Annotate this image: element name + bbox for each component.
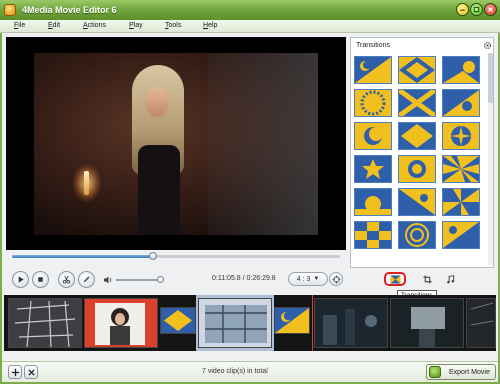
maximize-icon — [473, 6, 480, 13]
export-icon — [429, 366, 441, 378]
transition-thumbnail[interactable] — [442, 155, 480, 183]
timeline-transition[interactable] — [274, 307, 310, 334]
music-icon — [446, 274, 454, 283]
volume-icon[interactable] — [103, 275, 113, 285]
timeline-clip[interactable] — [8, 298, 82, 348]
export-movie-button[interactable]: Export Movie — [426, 364, 496, 380]
crop-icon — [422, 274, 432, 284]
tab-music[interactable] — [439, 272, 461, 286]
remove-clip-button[interactable] — [24, 365, 38, 379]
volume-handle[interactable] — [156, 276, 164, 283]
seek-progress — [12, 255, 154, 258]
menu-help[interactable]: Help — [203, 22, 217, 29]
menu-bar: File Edit Actions Play Tools Help — [0, 20, 500, 33]
transition-thumbnail[interactable] — [354, 122, 392, 150]
edit-effect-button[interactable] — [78, 271, 95, 288]
video-frame-image — [34, 53, 318, 235]
minimize-button[interactable] — [456, 3, 469, 16]
aspect-ratio-value: 4 : 3 — [296, 275, 311, 283]
candle-image — [84, 171, 89, 195]
playback-controls: 0:11:05.8 / 0:26:29.8 4 : 3 ▼ — [6, 264, 346, 292]
transition-thumbnail[interactable] — [354, 221, 392, 249]
scissors-icon — [62, 275, 71, 284]
transition-thumbnail[interactable] — [442, 221, 480, 249]
transition-thumbnail[interactable] — [442, 56, 480, 84]
transition-grid — [354, 56, 491, 263]
add-clip-button[interactable] — [8, 365, 22, 379]
volume-slider[interactable] — [116, 276, 164, 283]
seek-bar[interactable] — [6, 252, 346, 262]
transition-thumbnail[interactable] — [354, 155, 392, 183]
panel-tabs — [350, 270, 494, 288]
transition-thumbnail[interactable] — [398, 188, 436, 216]
timeline-clip[interactable] — [390, 298, 464, 348]
menu-actions[interactable]: Actions — [83, 22, 106, 29]
timeline-transition[interactable] — [160, 307, 196, 334]
menu-edit[interactable]: Edit — [48, 22, 60, 29]
maximize-button[interactable] — [470, 3, 483, 16]
video-preview[interactable] — [6, 37, 346, 250]
menu-tools[interactable]: Tools — [165, 22, 181, 29]
panel-scrollbar[interactable] — [488, 53, 493, 265]
transition-thumbnail[interactable] — [398, 89, 436, 117]
close-icon — [27, 368, 35, 376]
split-button[interactable] — [58, 271, 75, 288]
gear-icon[interactable] — [483, 41, 492, 50]
tab-transitions[interactable] — [384, 272, 406, 286]
timecode: 0:11:05.8 / 0:26:29.8 — [212, 275, 276, 282]
chevron-down-icon: ▼ — [313, 276, 320, 282]
transition-thumbnail[interactable] — [442, 89, 480, 117]
timeline-playhead[interactable] — [312, 295, 313, 351]
stop-button[interactable] — [32, 271, 49, 288]
export-label: Export Movie — [449, 368, 490, 376]
panel-scroll-thumb[interactable] — [488, 53, 493, 103]
transition-thumbnail[interactable] — [442, 188, 480, 216]
tab-crop[interactable] — [416, 272, 438, 286]
stop-icon — [38, 277, 43, 282]
minimize-icon — [460, 9, 465, 11]
window-title: 4Media Movie Editor 6 — [22, 5, 117, 15]
transition-thumbnail[interactable] — [398, 56, 436, 84]
transition-thumbnail[interactable] — [442, 122, 480, 150]
transitions-panel: Transitions — [350, 37, 494, 268]
singer-image — [132, 65, 184, 235]
seek-handle[interactable] — [149, 252, 158, 260]
timeline-clip[interactable] — [84, 298, 158, 348]
close-icon — [488, 7, 493, 12]
timeline[interactable] — [4, 295, 496, 351]
snapshot-button[interactable] — [329, 272, 343, 286]
transition-thumbnail[interactable] — [354, 89, 392, 117]
crosshair-icon — [331, 274, 341, 284]
transition-thumbnail[interactable] — [398, 155, 436, 183]
menu-play[interactable]: Play — [129, 22, 143, 29]
pencil-icon — [83, 276, 90, 283]
timeline-clip[interactable] — [466, 298, 496, 348]
menu-file[interactable]: File — [14, 22, 25, 29]
transition-thumbnail[interactable] — [354, 188, 392, 216]
transition-thumbnail[interactable] — [354, 56, 392, 84]
plus-icon — [11, 368, 19, 376]
transitions-icon — [390, 274, 400, 284]
panel-title: Transitions — [356, 42, 390, 49]
status-bar: 7 video clip(s) in total Export Movie — [2, 361, 498, 382]
transition-thumbnail[interactable] — [398, 122, 436, 150]
app-logo-icon — [4, 4, 16, 16]
timeline-clip[interactable] — [314, 298, 388, 348]
clip-count-text: 7 video clip(s) in total — [202, 368, 268, 375]
play-icon — [18, 276, 24, 283]
title-bar: 4Media Movie Editor 6 — [0, 0, 500, 20]
transition-thumbnail[interactable] — [398, 221, 436, 249]
play-button[interactable] — [12, 271, 29, 288]
timeline-clip[interactable] — [198, 298, 272, 348]
close-button[interactable] — [484, 3, 497, 16]
aspect-ratio-select[interactable]: 4 : 3 ▼ — [288, 272, 328, 286]
